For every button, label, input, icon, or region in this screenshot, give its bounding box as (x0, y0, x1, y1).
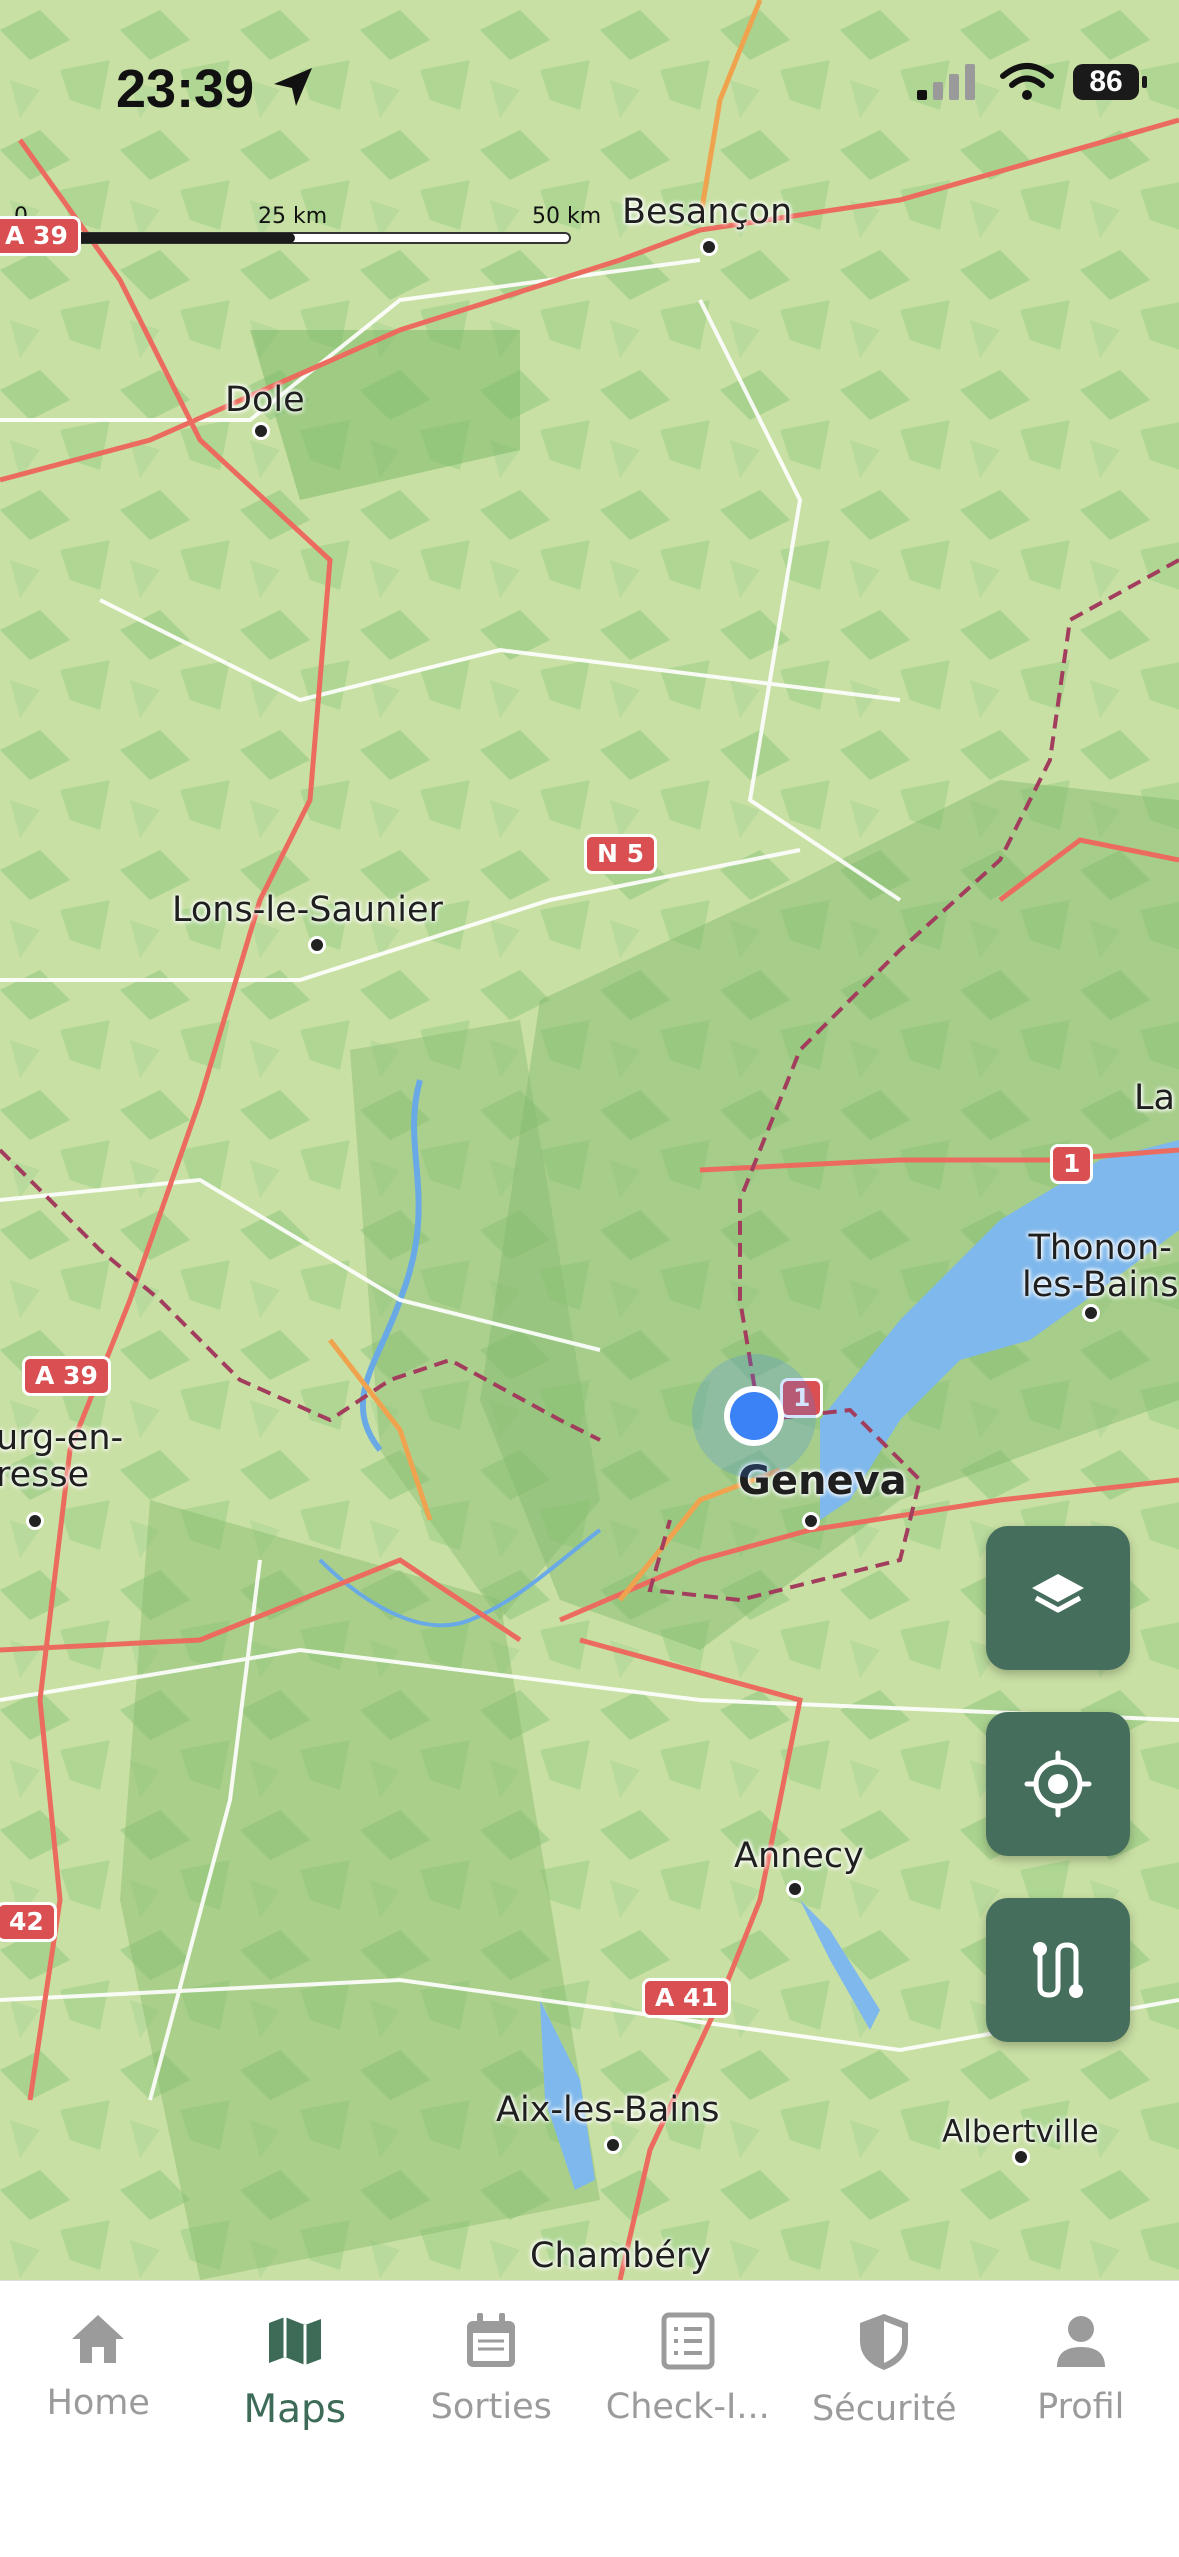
tab-maps[interactable]: Maps (197, 2281, 394, 2557)
city-label: Annecy (734, 1838, 864, 1875)
layers-button[interactable] (986, 1526, 1130, 1670)
battery-indicator: 86 (1073, 64, 1139, 100)
city-label: Besançon (622, 194, 792, 231)
locate-me-button[interactable] (986, 1712, 1130, 1856)
tab-securite[interactable]: Sécurité (786, 2281, 983, 2557)
road-shield: A 39 (22, 1356, 111, 1396)
road-shield: 1 (1050, 1144, 1093, 1184)
city-label: Chambéry (530, 2238, 711, 2275)
locate-icon (1023, 1749, 1093, 1819)
road-shield: A 39 (0, 216, 81, 256)
city-dot (26, 1512, 44, 1530)
road-shield: N 5 (584, 834, 657, 874)
cellular-signal-icon (915, 62, 981, 102)
layers-icon (1026, 1566, 1090, 1630)
city-dot (1082, 1304, 1100, 1322)
tab-label: Maps (243, 2387, 346, 2432)
wifi-icon (999, 62, 1055, 102)
tab-label: Sécurité (812, 2389, 957, 2429)
city-label: Thonon- les-Bains (1022, 1230, 1178, 1304)
tab-checklist[interactable]: Check-I... (590, 2281, 787, 2557)
scale-label-25: 25 km (258, 204, 327, 229)
person-icon (1053, 2311, 1109, 2371)
city-dot (700, 238, 718, 256)
route-button[interactable] (986, 1898, 1130, 2042)
tab-label: Profil (1037, 2387, 1124, 2427)
city-label: Aix-les-Bains (496, 2092, 719, 2129)
city-dot (308, 936, 326, 954)
tab-label: Home (47, 2383, 150, 2423)
tab-sorties[interactable]: Sorties (393, 2281, 590, 2557)
tab-profil[interactable]: Profil (983, 2281, 1179, 2557)
checklist-icon (660, 2311, 716, 2371)
city-label: Dole (225, 382, 305, 419)
current-location-marker[interactable] (690, 1352, 818, 1480)
city-dot (1012, 2148, 1030, 2166)
city-dot (604, 2136, 622, 2154)
status-icons: 86 (915, 62, 1139, 102)
map-icon (265, 2311, 325, 2371)
route-icon (1023, 1935, 1093, 2005)
city-label: urg-en- resse (0, 1420, 123, 1494)
city-label: Lons-le-Saunier (172, 892, 443, 929)
city-dot (802, 1512, 820, 1530)
city-dot (786, 1880, 804, 1898)
city-label: La (1134, 1080, 1175, 1117)
tab-label: Check-I... (606, 2387, 770, 2427)
home-icon (68, 2311, 128, 2367)
road-shield: 42 (0, 1902, 57, 1942)
status-time: 23:39 (116, 58, 254, 120)
battery-level: 86 (1089, 65, 1122, 99)
city-label: Albertville (942, 2116, 1099, 2149)
road-shield: A 41 (642, 1978, 731, 2018)
scale-label-50: 50 km (532, 204, 601, 229)
city-dot (252, 422, 270, 440)
scale-bar (0, 228, 580, 248)
tab-label: Sorties (431, 2387, 552, 2427)
location-arrow-icon (270, 64, 316, 110)
tab-home[interactable]: Home (0, 2281, 197, 2557)
calendar-icon (463, 2311, 519, 2371)
shield-icon (856, 2311, 912, 2373)
tab-bar: Home Maps Sorties Check-I... Sécurité (0, 2280, 1179, 2557)
